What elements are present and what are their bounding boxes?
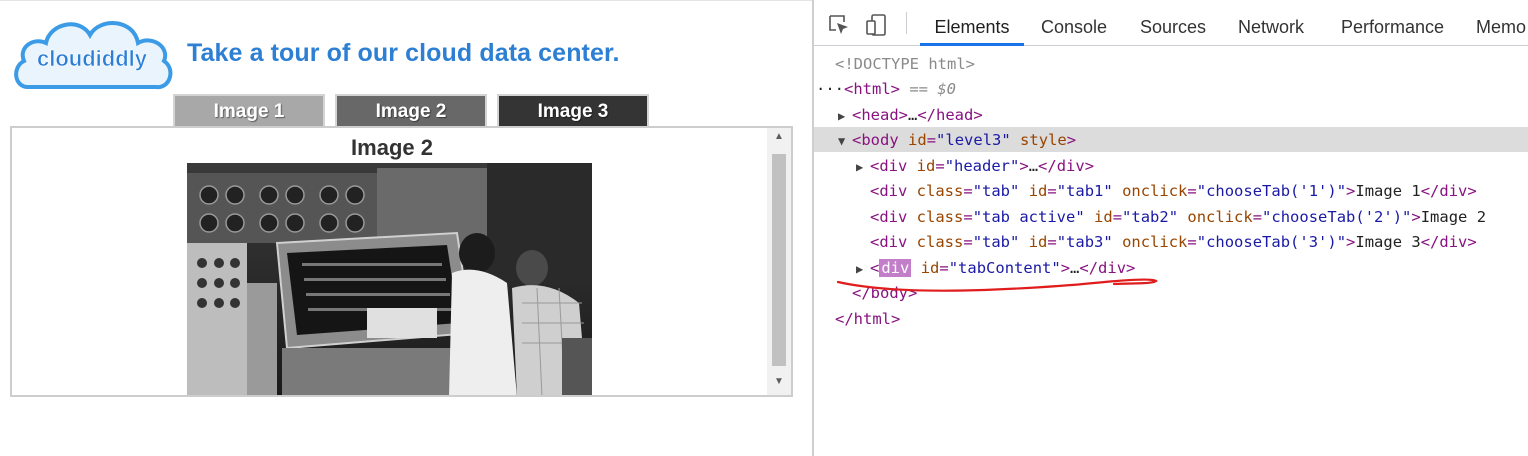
div-id-value: "header": [944, 157, 1020, 175]
class-attr: class: [916, 208, 964, 226]
onclick-value: "chooseTab('3')": [1196, 233, 1347, 251]
onclick-value: "chooseTab('2')": [1262, 208, 1412, 226]
expand-triangle-icon[interactable]: ▶: [838, 104, 852, 129]
tab-elements[interactable]: Elements: [920, 0, 1024, 46]
div-open-tag: <div: [870, 182, 908, 200]
dom-div-tab3[interactable]: <div class="tab" id="tab3" onclick="choo…: [870, 230, 1477, 255]
body-gt: >: [1066, 131, 1077, 149]
gt: >: [1411, 208, 1421, 226]
web-page: cloudiddly Take a tour of our cloud data…: [0, 0, 812, 456]
dom-html-close[interactable]: </html>: [835, 307, 900, 332]
body-id-value: "level3": [936, 131, 1011, 149]
class-attr: class: [916, 233, 964, 251]
red-underline-annotation: [836, 278, 1158, 292]
selected-marker: == $0: [909, 80, 957, 98]
dom-html[interactable]: ···<html> == $0: [816, 77, 956, 102]
onclick-attr: onclick: [1122, 233, 1188, 251]
scroll-up-arrow-icon[interactable]: ▲: [767, 128, 791, 146]
html-open-tag: <html>: [844, 80, 900, 98]
page-headline: Take a tour of our cloud data center.: [187, 39, 620, 67]
div-ellipsis: …: [1028, 157, 1039, 175]
gt: >: [1346, 182, 1356, 200]
tab-content-panel: Image 2 ▲ ▼: [10, 126, 793, 397]
class-attr: class: [916, 182, 964, 200]
head-open-tag: <head>: [852, 106, 908, 124]
gt: >: [1346, 233, 1356, 251]
dom-div-header[interactable]: ▶ <div id="header">…</div>: [856, 154, 1094, 179]
devtools-toolbar: Elements Console Sources Network Perform…: [814, 0, 1528, 46]
tab-performance[interactable]: Performance: [1341, 0, 1444, 46]
head-ellipsis: …: [908, 106, 918, 124]
body-style-attr: style: [1020, 131, 1067, 149]
scrollbar-thumb[interactable]: [772, 154, 786, 366]
class-value: "tab": [972, 233, 1020, 251]
div-id-attr: id: [916, 157, 936, 175]
div-close-tag: </div>: [1420, 182, 1477, 200]
tab-memory[interactable]: Memo: [1476, 0, 1526, 46]
text-node: Image 3: [1355, 233, 1421, 251]
inspect-element-icon[interactable]: [828, 14, 850, 36]
content-title: Image 2: [351, 135, 433, 160]
id-attr: id: [1028, 233, 1048, 251]
logo-text: cloudiddly: [37, 46, 148, 71]
vertical-scrollbar[interactable]: ▲ ▼: [767, 128, 791, 395]
onclick-attr: onclick: [1187, 208, 1253, 226]
dom-div-tab1[interactable]: <div class="tab" id="tab1" onclick="choo…: [870, 179, 1477, 204]
cloudiddly-logo: cloudiddly: [14, 21, 173, 90]
tab-image-2[interactable]: Image 2: [335, 94, 487, 126]
id-value: "tab3": [1056, 233, 1113, 251]
id-attr: id: [1094, 208, 1113, 226]
tab-sources[interactable]: Sources: [1140, 0, 1206, 46]
div-open-tag: <div: [870, 157, 908, 175]
text-node: Image 2: [1420, 208, 1487, 226]
dom-div-tab2[interactable]: <div class="tab active" id="tab2" onclic…: [870, 205, 1486, 230]
onclick-attr: onclick: [1122, 182, 1188, 200]
head-close-tag: </head>: [917, 106, 983, 124]
doctype-text: <!DOCTYPE html>: [835, 55, 975, 73]
class-value: "tab": [972, 182, 1020, 200]
div-open-tag: <div: [870, 233, 908, 251]
id-attr: id: [1028, 182, 1048, 200]
more-dots[interactable]: ···: [816, 80, 844, 98]
div-close-tag: </div>: [1038, 157, 1095, 175]
dom-head[interactable]: ▶ <head>…</head>: [838, 103, 983, 128]
scroll-down-arrow-icon[interactable]: ▼: [767, 373, 791, 391]
dom-body[interactable]: ▼ <body id="level3" style>: [838, 128, 1076, 153]
devtools-panel: Elements Console Sources Network Perform…: [814, 0, 1528, 456]
data-center-photo: [187, 163, 592, 395]
html-close-tag: </html>: [835, 310, 901, 328]
onclick-value: "chooseTab('1')": [1196, 182, 1347, 200]
text-node: Image 1: [1355, 182, 1421, 200]
dom-doctype[interactable]: <!DOCTYPE html>: [835, 52, 975, 77]
id-value: "tab2": [1122, 208, 1179, 226]
expand-triangle-icon[interactable]: ▶: [856, 155, 870, 180]
toolbar-separator: [906, 12, 907, 34]
id-value: "tab1": [1056, 182, 1113, 200]
tab-console[interactable]: Console: [1041, 0, 1107, 46]
div-open-tag: <div: [870, 208, 908, 226]
device-toolbar-icon[interactable]: [866, 14, 888, 36]
tab-image-3[interactable]: Image 3: [497, 94, 649, 126]
body-id-attr: id: [908, 131, 927, 149]
div-gt: >: [1019, 157, 1029, 175]
tab-image-1[interactable]: Image 1: [173, 94, 325, 126]
collapse-triangle-icon[interactable]: ▼: [838, 129, 852, 154]
div-close-tag: </div>: [1420, 233, 1477, 251]
tab-network[interactable]: Network: [1238, 0, 1304, 46]
class-value: "tab active": [972, 208, 1085, 226]
body-open-tag: <body: [852, 131, 899, 149]
